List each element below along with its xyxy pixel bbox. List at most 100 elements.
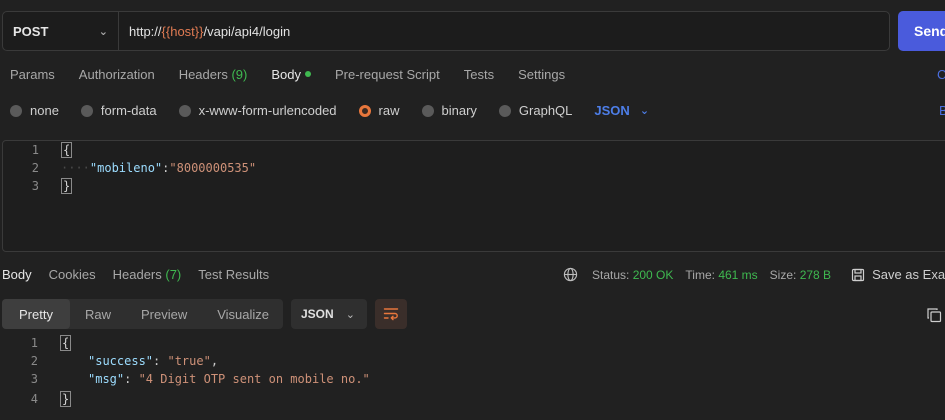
radio-circle-selected — [358, 104, 371, 117]
save-as-example-button[interactable]: Save as Exam — [851, 267, 945, 282]
open-brace: { — [60, 335, 72, 351]
close-brace: } — [61, 178, 73, 194]
request-bar: POST ⌄ http://{{host}}/vapi/api4/login — [2, 11, 890, 51]
response-tabs: Body Cookies Headers (7) Test Results — [2, 267, 286, 282]
headers-count: (9) — [231, 67, 248, 82]
radio-raw-label: raw — [378, 103, 400, 118]
view-tab-visualize[interactable]: Visualize — [202, 299, 284, 329]
tab-body[interactable]: Body — [271, 67, 311, 82]
indent-guide: ···· — [61, 161, 90, 175]
tab-authorization[interactable]: Authorization — [79, 67, 155, 82]
tab-prerequest-script[interactable]: Pre-request Script — [335, 67, 440, 82]
line-number: 4 — [30, 392, 38, 406]
save-as-example-label: Save as Exam — [872, 267, 945, 282]
json-key: "msg" — [88, 372, 125, 386]
status-value: 200 OK — [632, 267, 674, 282]
resp-tab-test-results[interactable]: Test Results — [198, 267, 269, 282]
radio-urlencoded[interactable]: x-www-form-urlencoded — [178, 103, 337, 118]
resp-headers-count: (7) — [165, 267, 182, 282]
request-body-editor[interactable]: 1 { 2 ····"mobileno":"8000000535" 3 } — [2, 140, 945, 252]
view-tab-pretty[interactable]: Pretty — [2, 299, 70, 329]
radio-circle — [10, 104, 22, 117]
radio-none[interactable]: none — [10, 103, 59, 118]
code-line: 4 } — [2, 390, 72, 408]
radio-circle — [80, 104, 93, 117]
size-value: 278 B — [799, 267, 832, 282]
line-number: 1 — [30, 336, 38, 350]
json-value: "4 Digit OTP sent on mobile no." — [138, 372, 370, 386]
copy-icon[interactable] — [926, 307, 942, 323]
response-meta: Status: 200 OK Time: 461 ms Size: 278 B … — [563, 267, 945, 282]
response-view-tabs: Pretty Raw Preview Visualize — [2, 299, 283, 329]
code-line: 2 ····"mobileno":"8000000535" — [3, 159, 256, 177]
radio-circle — [421, 104, 434, 117]
response-body-viewer[interactable]: 1 { 2 "success": "true", 3 "msg": "4 Dig… — [2, 334, 942, 418]
save-icon — [851, 268, 865, 281]
radio-graphql[interactable]: GraphQL — [498, 103, 573, 118]
view-tab-raw[interactable]: Raw — [70, 299, 126, 329]
tab-settings[interactable]: Settings — [518, 67, 565, 82]
line-number: 3 — [31, 179, 39, 193]
json-colon: : — [124, 372, 139, 386]
json-value: "8000000535" — [169, 161, 257, 175]
resp-tab-body[interactable]: Body — [2, 267, 32, 282]
beautify-link-partial[interactable]: B — [939, 103, 945, 118]
url-input[interactable]: http://{{host}}/vapi/api4/login — [119, 12, 290, 50]
tab-params[interactable]: Params — [10, 67, 55, 82]
json-key: "mobileno" — [89, 161, 163, 175]
modified-dot — [304, 71, 311, 77]
wrap-lines-icon — [383, 308, 399, 321]
json-colon: : — [153, 354, 168, 368]
tab-tests[interactable]: Tests — [464, 67, 494, 82]
close-brace: } — [60, 391, 72, 407]
response-format-select[interactable]: JSON ⌄ — [291, 299, 367, 329]
open-brace: { — [61, 142, 73, 158]
send-button[interactable]: Send — [898, 11, 945, 51]
radio-binary[interactable]: binary — [421, 103, 477, 118]
cookies-link-partial[interactable]: C — [937, 67, 945, 82]
resp-tab-headers-label: Headers — [112, 267, 162, 282]
globe-icon[interactable] — [563, 267, 578, 282]
size-readout: Size: 278 B — [770, 268, 831, 282]
chevron-down-icon: ⌄ — [98, 25, 108, 38]
line-number: 1 — [31, 143, 39, 157]
resp-tab-cookies[interactable]: Cookies — [49, 267, 96, 282]
method-select[interactable]: POST ⌄ — [3, 12, 119, 50]
time-label: Time: — [685, 267, 715, 282]
language-select[interactable]: JSON ⌄ — [594, 103, 649, 118]
code-text: "msg": "4 Digit OTP sent on mobile no." — [88, 372, 370, 386]
status-label: Status: — [592, 267, 630, 282]
url-path: /vapi/api4/login — [203, 23, 291, 39]
code-text: { — [61, 142, 73, 158]
code-line: 1 { — [2, 334, 72, 352]
json-value: "true" — [167, 354, 211, 368]
method-label: POST — [13, 23, 49, 39]
code-text: } — [61, 178, 73, 194]
view-tab-preview[interactable]: Preview — [126, 299, 202, 329]
tab-headers[interactable]: Headers (9) — [179, 67, 248, 82]
code-text: "success": "true", — [88, 354, 218, 368]
radio-form-data-label: form-data — [100, 103, 157, 118]
radio-raw[interactable]: raw — [358, 103, 400, 118]
resp-tab-headers[interactable]: Headers (7) — [113, 267, 182, 282]
url-variable: {{host}} — [161, 23, 204, 39]
time-readout: Time: 461 ms — [685, 268, 757, 282]
tab-headers-label: Headers — [178, 67, 228, 82]
radio-binary-label: binary — [441, 103, 477, 118]
radio-form-data[interactable]: form-data — [80, 103, 157, 118]
response-format-label: JSON — [301, 307, 334, 321]
code-line: 3 "msg": "4 Digit OTP sent on mobile no.… — [2, 370, 370, 388]
line-number: 2 — [31, 161, 39, 175]
body-type-selector: none form-data x-www-form-urlencoded raw… — [10, 103, 649, 118]
request-tabs: Params Authorization Headers (9) Body Pr… — [10, 67, 589, 82]
json-key: "success" — [88, 354, 154, 368]
tab-body-label: Body — [271, 67, 301, 82]
code-line: 1 { — [3, 141, 73, 159]
code-text: ····"mobileno":"8000000535" — [61, 161, 256, 175]
time-value: 461 ms — [718, 267, 758, 282]
line-number: 3 — [30, 372, 38, 386]
wrap-lines-button[interactable] — [375, 299, 407, 329]
line-number: 2 — [30, 354, 38, 368]
status-readout: Status: 200 OK — [592, 268, 673, 282]
radio-graphql-label: GraphQL — [518, 103, 573, 118]
